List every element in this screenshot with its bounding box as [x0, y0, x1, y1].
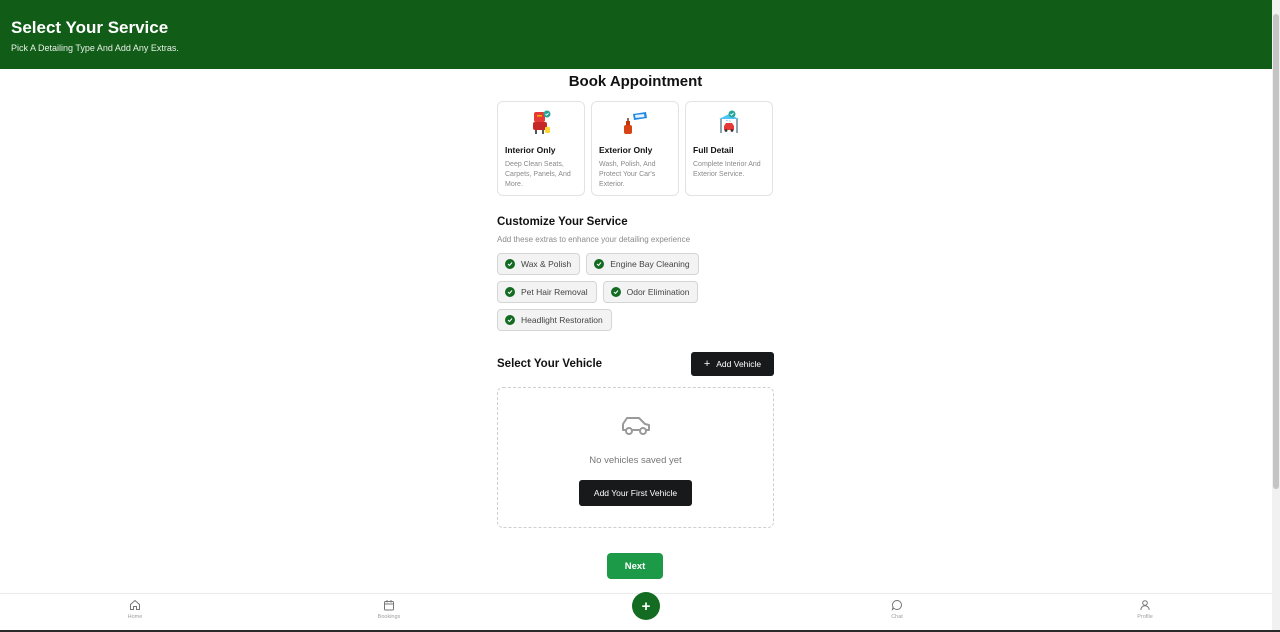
user-icon: [1140, 600, 1150, 611]
home-icon: [130, 599, 140, 610]
extra-chip-headlight[interactable]: Headlight Restoration: [497, 309, 612, 331]
extra-chip-engine-bay[interactable]: Engine Bay Cleaning: [586, 253, 699, 275]
service-name: Interior Only: [505, 145, 556, 155]
extra-chip-wax-polish[interactable]: Wax & Polish: [497, 253, 581, 275]
empty-vehicles-text: No vehicles saved yet: [589, 455, 682, 466]
nav-home-label: Home: [127, 614, 143, 620]
page-title: Book Appointment: [568, 73, 703, 90]
check-icon: [610, 287, 621, 297]
page-header: Select Your Service Pick A Detailing Typ…: [0, 0, 1272, 69]
service-type-list: Interior Only Deep Clean Seats, Carpets,…: [497, 101, 774, 196]
vehicle-empty-state: No vehicles saved yet Add Your First Veh…: [497, 387, 774, 528]
service-description: Deep Clean Seats, Carpets, Panels, And M…: [505, 161, 571, 188]
nav-profile[interactable]: Profile: [1115, 599, 1175, 620]
check-icon: [594, 259, 605, 269]
chat-icon: [891, 599, 902, 611]
extra-label: Wax & Polish: [521, 259, 572, 269]
check-icon: [505, 287, 515, 297]
header-subtitle: Pick A Detailing Type And Add Any Extras…: [11, 43, 179, 53]
add-first-vehicle-button[interactable]: Add Your First Vehicle: [579, 480, 692, 506]
spray-car-icon: [599, 110, 671, 136]
extra-label: Odor Elimination: [626, 287, 690, 297]
service-description: Wash, Polish, And Protect Your Car's Ext…: [599, 161, 656, 188]
extra-chip-pet-hair[interactable]: Pet Hair Removal: [497, 281, 597, 303]
car-wash-icon: [693, 110, 765, 136]
scrollbar-thumb[interactable]: [1273, 14, 1279, 489]
extra-label: Headlight Restoration: [521, 315, 603, 325]
service-name: Exterior Only: [599, 145, 653, 155]
customize-title: Customize Your Service: [497, 216, 628, 228]
customize-subtitle: Add these extras to enhance your detaili…: [497, 235, 691, 244]
service-card-exterior[interactable]: Exterior Only Wash, Polish, And Protect …: [591, 101, 679, 196]
car-icon: [620, 415, 652, 442]
plus-icon: +: [703, 358, 711, 370]
add-vehicle-button[interactable]: + Add Vehicle: [691, 352, 774, 376]
nav-profile-label: Profile: [1137, 614, 1153, 620]
extra-label: Engine Bay Cleaning: [610, 259, 690, 269]
service-card-interior[interactable]: Interior Only Deep Clean Seats, Carpets,…: [497, 101, 585, 196]
service-card-full[interactable]: Full Detail Complete Interior And Exteri…: [685, 101, 773, 196]
vehicle-header: Select Your Vehicle + Add Vehicle: [497, 352, 774, 376]
nav-bookings-label: Bookings: [377, 614, 401, 620]
nav-chat[interactable]: Chat: [867, 599, 927, 620]
check-icon: [505, 259, 515, 269]
extra-chip-odor[interactable]: Odor Elimination: [602, 281, 699, 303]
service-description: Complete Interior And Exterior Service.: [693, 161, 761, 178]
header-title: Select Your Service: [11, 18, 169, 37]
nav-chat-label: Chat: [891, 614, 903, 620]
add-vehicle-label: Add Vehicle: [716, 359, 762, 369]
nav-bookings[interactable]: Bookings: [359, 599, 419, 620]
car-seat-icon: [505, 110, 577, 136]
nav-home[interactable]: Home: [105, 599, 165, 620]
scrollbar[interactable]: [1272, 0, 1280, 632]
next-button[interactable]: Next: [607, 553, 663, 579]
service-name: Full Detail: [693, 145, 734, 155]
extra-label: Pet Hair Removal: [521, 287, 588, 297]
add-booking-fab[interactable]: +: [632, 592, 660, 620]
vehicle-title: Select Your Vehicle: [497, 358, 603, 370]
booking-form: Book Appointment Interior Only Deep Clea…: [497, 70, 774, 528]
extras-list: Wax & Polish Engine Bay Cleaning Pet Hai…: [497, 253, 774, 331]
calendar-icon: [384, 600, 394, 611]
bottom-navigation: Home Bookings + Chat Profile: [0, 592, 1272, 630]
check-icon: [505, 315, 515, 325]
customize-section: Customize Your Service Add these extras …: [497, 215, 774, 331]
